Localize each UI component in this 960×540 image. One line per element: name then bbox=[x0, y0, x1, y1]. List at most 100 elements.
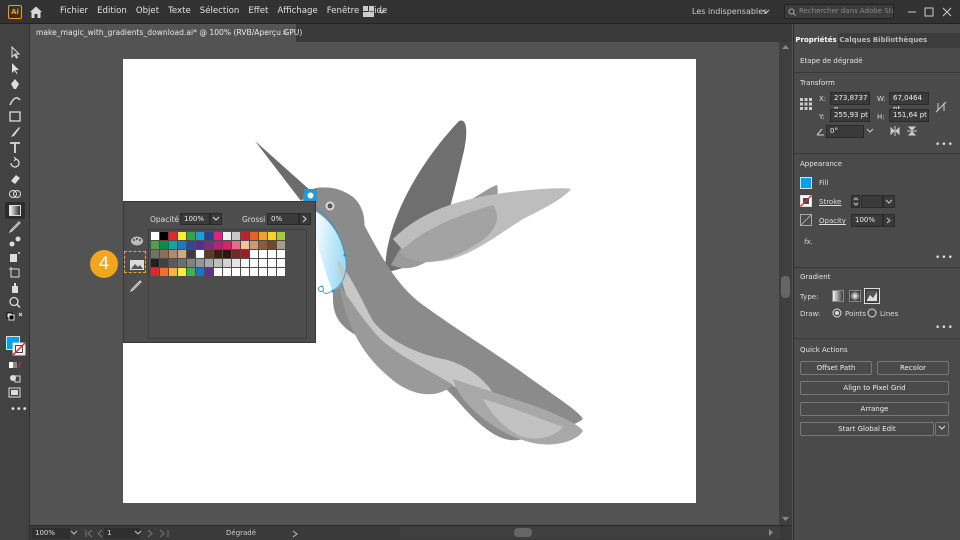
curvature-tool-icon[interactable] bbox=[8, 94, 22, 107]
color-swatch[interactable] bbox=[223, 268, 231, 276]
color-swatch[interactable] bbox=[223, 232, 231, 240]
hand-tool-icon[interactable] bbox=[8, 281, 22, 294]
swatch-size-input[interactable]: 0% bbox=[267, 213, 299, 225]
linear-gradient-icon[interactable] bbox=[832, 290, 844, 302]
color-swatch[interactable] bbox=[214, 250, 222, 258]
stroke-weight-stepper[interactable] bbox=[851, 195, 860, 208]
blend-tool-icon[interactable] bbox=[8, 235, 22, 248]
color-swatch[interactable] bbox=[241, 259, 249, 267]
recolor-button[interactable]: Recolor bbox=[877, 361, 949, 375]
height-field[interactable]: 151,64 pt bbox=[889, 109, 929, 122]
color-swatch[interactable] bbox=[196, 232, 204, 240]
color-swatch[interactable] bbox=[205, 268, 213, 276]
color-swatch[interactable] bbox=[151, 250, 159, 258]
color-swatch[interactable] bbox=[196, 259, 204, 267]
freeform-gradient-icon[interactable] bbox=[866, 290, 878, 302]
color-swatch[interactable] bbox=[160, 250, 168, 258]
color-swatch[interactable] bbox=[268, 250, 276, 258]
tab-calques[interactable]: Calques bbox=[838, 33, 872, 48]
shape-builder-tool-icon[interactable] bbox=[8, 188, 22, 201]
color-swatch[interactable] bbox=[268, 259, 276, 267]
global-edit-options-button[interactable] bbox=[935, 422, 949, 436]
align-to-pixel-grid-button[interactable]: Align to Pixel Grid bbox=[800, 381, 949, 395]
appearance-more-options[interactable]: ••• bbox=[935, 253, 954, 263]
color-swatch[interactable] bbox=[196, 241, 204, 249]
menu-selection[interactable]: Sélection bbox=[200, 6, 240, 16]
color-swatch[interactable] bbox=[259, 268, 267, 276]
color-swatch[interactable] bbox=[169, 232, 177, 240]
color-mode-icon[interactable] bbox=[8, 359, 22, 372]
opacity-label[interactable]: Opacity bbox=[819, 217, 846, 225]
stroke-swatch[interactable] bbox=[800, 195, 812, 207]
constrain-proportions-icon[interactable] bbox=[935, 101, 947, 113]
minimize-icon[interactable] bbox=[906, 6, 918, 18]
color-swatch[interactable] bbox=[196, 250, 204, 258]
offset-path-button[interactable]: Offset Path bbox=[800, 361, 872, 375]
color-swatch[interactable] bbox=[205, 259, 213, 267]
color-swatch[interactable] bbox=[214, 241, 222, 249]
arrange-button[interactable]: Arrange bbox=[800, 402, 949, 416]
color-swatch[interactable] bbox=[223, 241, 231, 249]
color-swatch[interactable] bbox=[178, 259, 186, 267]
fx-icon[interactable]: fx. bbox=[804, 238, 813, 246]
chevron-right-icon[interactable] bbox=[292, 530, 298, 538]
eyedropper-icon[interactable] bbox=[130, 280, 142, 292]
opacity-field[interactable]: 100% bbox=[851, 214, 883, 227]
artboard-tool-icon[interactable] bbox=[8, 266, 22, 279]
color-swatch[interactable] bbox=[214, 232, 222, 240]
width-field[interactable]: 67,0464 pt bbox=[889, 92, 929, 113]
color-swatch[interactable] bbox=[259, 250, 267, 258]
color-swatch[interactable] bbox=[187, 259, 195, 267]
color-swatch[interactable] bbox=[178, 250, 186, 258]
menu-texte[interactable]: Texte bbox=[168, 6, 191, 16]
horizontal-scrollbar[interactable] bbox=[400, 526, 780, 539]
color-swatch[interactable] bbox=[187, 268, 195, 276]
color-swatch[interactable] bbox=[205, 241, 213, 249]
paintbrush-tool-icon[interactable] bbox=[8, 126, 22, 139]
stroke-weight-field[interactable] bbox=[861, 195, 883, 208]
zoom-tool-icon[interactable] bbox=[8, 296, 22, 309]
color-swatch[interactable] bbox=[250, 232, 258, 240]
color-swatch[interactable] bbox=[259, 259, 267, 267]
gradient-tool-icon[interactable] bbox=[8, 204, 22, 217]
color-swatch[interactable] bbox=[151, 259, 159, 267]
close-window-icon[interactable] bbox=[941, 6, 953, 18]
color-swatch[interactable] bbox=[169, 250, 177, 258]
color-swatch[interactable] bbox=[187, 241, 195, 249]
color-swatch[interactable] bbox=[250, 250, 258, 258]
eyedropper-tool-icon[interactable] bbox=[8, 220, 22, 233]
color-swatch[interactable] bbox=[277, 232, 285, 240]
color-swatch[interactable] bbox=[241, 250, 249, 258]
color-swatch[interactable] bbox=[178, 232, 186, 240]
y-position-field[interactable]: 255,93 pt bbox=[830, 109, 870, 122]
gradient-more-options[interactable]: ••• bbox=[935, 323, 954, 333]
start-global-edit-button[interactable]: Start Global Edit bbox=[800, 422, 934, 436]
rectangle-tool-icon[interactable] bbox=[8, 110, 22, 123]
direct-selection-tool-icon[interactable] bbox=[8, 62, 22, 75]
horizontal-scroll-thumb[interactable] bbox=[514, 528, 532, 537]
color-swatch[interactable] bbox=[277, 250, 285, 258]
color-swatch[interactable] bbox=[169, 268, 177, 276]
color-swatch[interactable] bbox=[277, 241, 285, 249]
selection-tool-icon[interactable] bbox=[8, 46, 22, 59]
color-swatch[interactable] bbox=[160, 259, 168, 267]
color-swatch[interactable] bbox=[178, 241, 186, 249]
color-swatch[interactable] bbox=[178, 268, 186, 276]
color-swatch[interactable] bbox=[160, 232, 168, 240]
menu-fenetre[interactable]: Fenêtre bbox=[327, 6, 360, 16]
color-swatch[interactable] bbox=[151, 241, 159, 249]
color-swatch[interactable] bbox=[160, 241, 168, 249]
menu-fichier[interactable]: Fichier bbox=[60, 6, 88, 16]
workspace-switcher[interactable]: Les indispensables bbox=[692, 7, 767, 16]
chevron-down-icon[interactable] bbox=[866, 128, 874, 134]
menu-affichage[interactable]: Affichage bbox=[277, 6, 317, 16]
color-swatch[interactable] bbox=[241, 268, 249, 276]
color-swatch[interactable] bbox=[250, 241, 258, 249]
color-swatch[interactable] bbox=[232, 268, 240, 276]
color-palette-icon[interactable] bbox=[130, 235, 144, 247]
rotation-angle-field[interactable]: 0° bbox=[826, 125, 864, 138]
color-swatch[interactable] bbox=[151, 268, 159, 276]
lines-radio[interactable] bbox=[867, 308, 877, 318]
color-swatch[interactable] bbox=[232, 232, 240, 240]
color-swatch[interactable] bbox=[259, 232, 267, 240]
